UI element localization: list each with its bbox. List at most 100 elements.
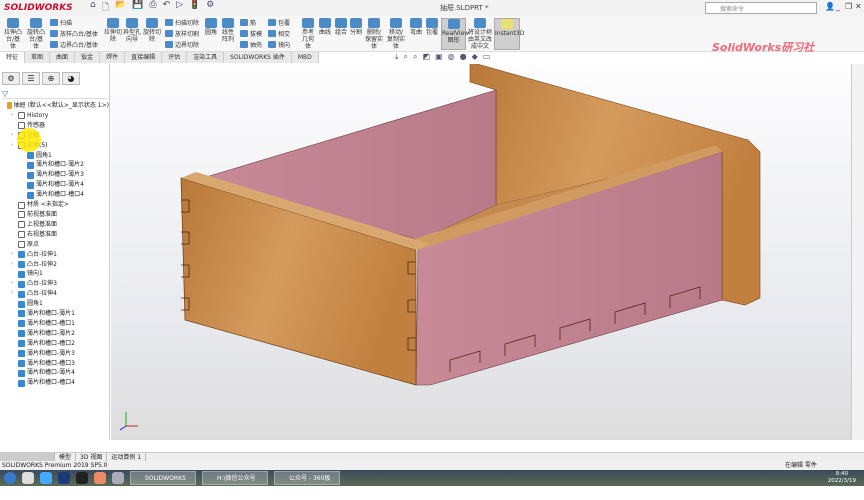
app-icon[interactable] bbox=[76, 472, 88, 484]
restore-button[interactable]: ❐ bbox=[845, 2, 852, 11]
minimize-button[interactable]: _ bbox=[836, 2, 840, 11]
tree-item[interactable]: 右视基准面 bbox=[0, 230, 109, 240]
print-icon[interactable]: ⎙ bbox=[149, 0, 156, 16]
tree-item[interactable]: › 凸台-拉伸4 bbox=[0, 289, 109, 299]
tab-motion-study[interactable]: 运动算例 1 bbox=[107, 453, 147, 461]
scene-icon[interactable]: ◆ bbox=[472, 52, 478, 62]
start-button[interactable] bbox=[4, 472, 16, 484]
expand-arrow-icon[interactable]: › bbox=[11, 141, 16, 151]
select-icon[interactable]: ▷ bbox=[176, 0, 183, 16]
intersect-button[interactable]: 相交 bbox=[268, 29, 290, 38]
tree-item[interactable]: › 凸台-拉伸3 bbox=[0, 279, 109, 289]
tree-item[interactable]: › 凸台-拉伸1 bbox=[0, 250, 109, 260]
instant3d-button[interactable]: Instant3D bbox=[494, 18, 524, 50]
tab-sheet-metal[interactable]: 钣金 bbox=[75, 52, 101, 63]
tree-item[interactable]: 薄片和槽口-槽口1 bbox=[0, 319, 109, 329]
hole-wizard-button[interactable]: 异型孔向导 bbox=[123, 18, 141, 43]
view-orientation-icon[interactable]: ▣ bbox=[435, 52, 443, 62]
revolve-cut-button[interactable]: 旋转切除 bbox=[143, 18, 161, 43]
tree-item[interactable]: 薄片和槽口-槽口4 bbox=[0, 378, 109, 388]
shell-button[interactable]: 抽壳 bbox=[240, 40, 262, 49]
sweep-button[interactable]: 扫描 bbox=[50, 18, 72, 27]
expand-arrow-icon[interactable]: › bbox=[11, 279, 16, 289]
mirror-button[interactable]: 镜向 bbox=[268, 40, 290, 49]
tree-item[interactable]: 镜向1 bbox=[0, 269, 109, 279]
tree-item[interactable]: 圆角1 bbox=[0, 151, 109, 161]
loft-button[interactable]: 放样凸台/基体 bbox=[50, 29, 98, 38]
expand-arrow-icon[interactable]: › bbox=[11, 131, 16, 141]
filter-icon[interactable]: ▽ bbox=[2, 89, 107, 99]
zoom-area-icon[interactable]: ⌕ bbox=[404, 52, 408, 62]
combine-button[interactable]: 组合 bbox=[334, 18, 348, 36]
home-icon[interactable]: ⌂ bbox=[90, 0, 96, 16]
curves-button[interactable]: 曲线 bbox=[318, 18, 332, 36]
tree-item[interactable]: 抽屉 (默认<<默认>_显示状态 1>) bbox=[0, 101, 109, 111]
boundary-button[interactable]: 边界凸台/基体 bbox=[50, 40, 98, 49]
tab-sketch[interactable]: 草图 bbox=[25, 52, 51, 63]
appearance-icon[interactable]: ● bbox=[460, 52, 467, 62]
task-pane-bar[interactable] bbox=[851, 64, 864, 440]
realview-button[interactable]: RealView图形 bbox=[441, 18, 469, 50]
tree-item[interactable]: 薄片和槽口-薄片3 bbox=[0, 170, 109, 180]
swept-cut-button[interactable]: 扫描切除 bbox=[165, 18, 199, 27]
fillet-button[interactable]: 圆角 bbox=[204, 18, 218, 36]
open-icon[interactable]: 📂 bbox=[115, 0, 126, 16]
app-icon[interactable] bbox=[40, 472, 52, 484]
zoom-fit-icon[interactable]: ⤓ bbox=[395, 52, 399, 62]
delete-body-button[interactable]: 删除/保留实体 bbox=[364, 18, 384, 50]
tree-item[interactable]: 薄片和槽口-槽口2 bbox=[0, 339, 109, 349]
tree-item[interactable]: 薄片和槽口-薄片2 bbox=[0, 160, 109, 170]
app-icon[interactable] bbox=[22, 472, 34, 484]
clock[interactable]: 8:40 2022/3/19 bbox=[828, 471, 856, 485]
rib-button[interactable]: 筋 bbox=[240, 18, 256, 27]
options-icon[interactable]: ⚙ bbox=[206, 0, 214, 16]
revolve-boss-button[interactable]: 旋转凸台/基体 bbox=[26, 18, 46, 50]
feature-manager-tab[interactable]: ⚙ bbox=[2, 72, 20, 85]
tab-model[interactable]: 模型 bbox=[55, 453, 77, 461]
tab-mbd[interactable]: MBD bbox=[292, 52, 319, 63]
tree-item[interactable]: 材质 <未指定> bbox=[0, 200, 109, 210]
tree-item[interactable]: 原点 bbox=[0, 240, 109, 250]
move-copy-body-button[interactable]: 移动/复制实体 bbox=[386, 18, 406, 50]
tree-item[interactable]: 前视基准面 bbox=[0, 210, 109, 220]
search-input[interactable]: 搜索命令 bbox=[705, 2, 817, 14]
app-icon[interactable] bbox=[112, 472, 124, 484]
close-button[interactable]: ✕ bbox=[855, 2, 862, 11]
expand-arrow-icon[interactable]: › bbox=[11, 111, 16, 121]
reference-geometry-button[interactable]: 参考几何体 bbox=[300, 18, 316, 50]
taskbar-folder[interactable]: H:\微信公众号\0... bbox=[202, 471, 268, 496]
taskbar-solidworks[interactable]: SOLIDWORKS P... bbox=[130, 471, 196, 496]
tree-item[interactable]: › History bbox=[0, 111, 109, 121]
tree-item[interactable]: 薄片和槽口-薄片4 bbox=[0, 180, 109, 190]
tab-render-tools[interactable]: 渲染工具 bbox=[187, 52, 225, 63]
draft-button[interactable]: 拔模 bbox=[240, 29, 262, 38]
undo-icon[interactable]: ↶ bbox=[163, 0, 171, 16]
app-icon[interactable] bbox=[94, 472, 106, 484]
display-icon[interactable]: ▭ bbox=[483, 52, 491, 62]
previous-view-icon[interactable]: ⌕ bbox=[413, 52, 417, 62]
tab-direct-editing[interactable]: 直接编辑 bbox=[125, 52, 163, 63]
tab-evaluate[interactable]: 评估 bbox=[162, 52, 188, 63]
new-icon[interactable]: 🗋 bbox=[102, 0, 109, 16]
expand-arrow-icon[interactable]: › bbox=[11, 289, 16, 299]
tree-item[interactable]: 上视基准面 bbox=[0, 220, 109, 230]
tab-3d-views[interactable]: 3D 视图 bbox=[76, 453, 108, 461]
extrude-boss-button[interactable]: 拉伸凸台/基体 bbox=[3, 18, 23, 50]
tree-item[interactable]: 传感器 bbox=[0, 121, 109, 131]
tree-item[interactable]: 薄片和槽口-薄片2 bbox=[0, 329, 109, 339]
tab-features[interactable]: 特征 bbox=[0, 52, 26, 63]
split-button[interactable]: 分割 bbox=[349, 18, 363, 36]
user-icon[interactable]: 👤 bbox=[825, 2, 835, 11]
wrap-button[interactable]: 包覆 bbox=[425, 18, 439, 36]
lofted-cut-button[interactable]: 放样切割 bbox=[165, 29, 199, 38]
expand-arrow-icon[interactable]: › bbox=[11, 260, 16, 270]
wrap-small-button[interactable]: 包覆 bbox=[268, 18, 290, 27]
translate-tree-button[interactable]: 将设计树由英文改成中文 bbox=[468, 18, 492, 50]
tree-item[interactable]: 薄片和槽口-薄片3 bbox=[0, 349, 109, 359]
tree-item[interactable]: 薄片和槽口-薄片4 bbox=[0, 368, 109, 378]
tree-item[interactable]: 薄片和槽口-薄片1 bbox=[0, 309, 109, 319]
extrude-cut-button[interactable]: 拉伸切除 bbox=[104, 18, 122, 43]
tree-item[interactable]: 圆角1 bbox=[0, 299, 109, 309]
scroll-handle[interactable] bbox=[0, 453, 55, 461]
tree-item[interactable]: › 凸台-拉伸2 bbox=[0, 260, 109, 270]
